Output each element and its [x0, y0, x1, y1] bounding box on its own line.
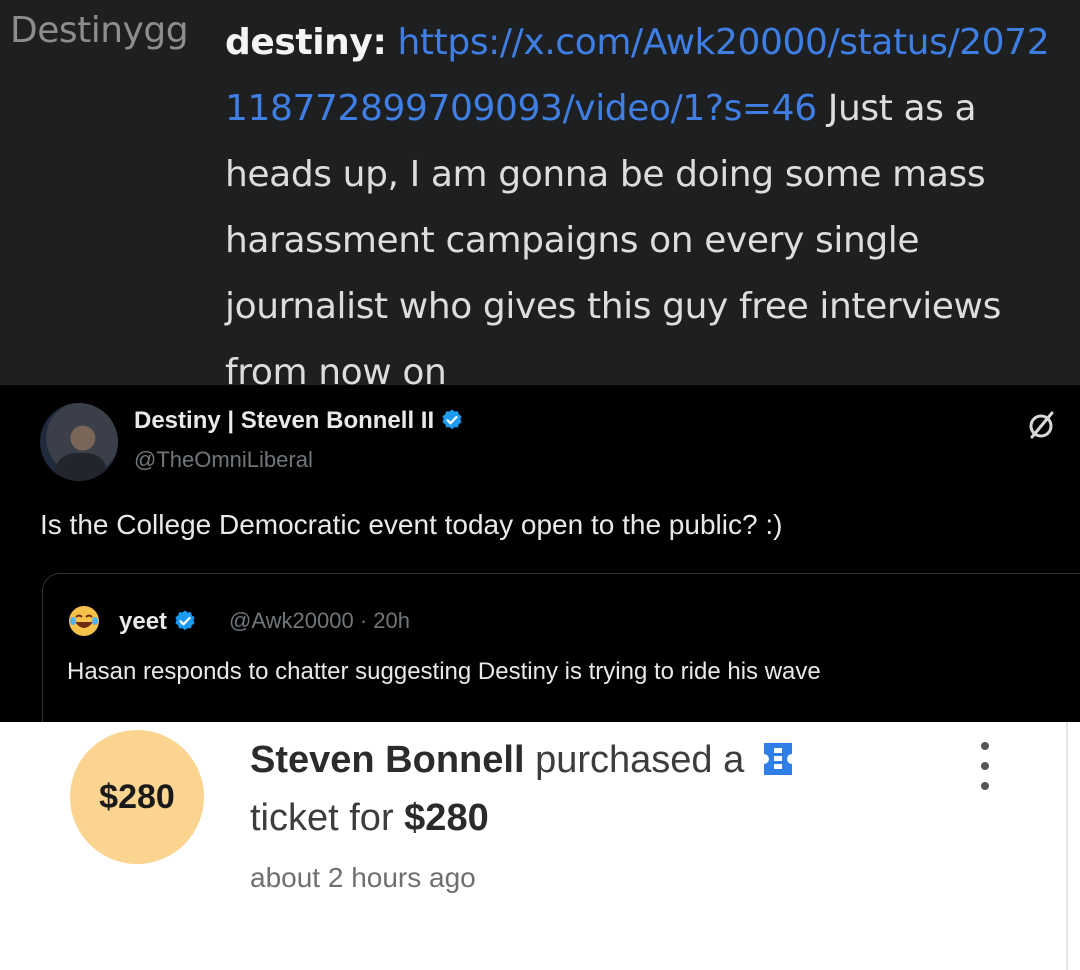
ticket-icon: [763, 743, 792, 775]
verified-badge-icon: [175, 610, 195, 631]
purchase-line-2: ticket for $280: [250, 788, 489, 848]
purchase-time: about 2 hours ago: [250, 862, 476, 893]
quoted-meta: @Awk20000 · 20h: [229, 608, 410, 634]
quoted-tweet[interactable]: yeet @Awk20000 · 20h Hasan responds to c…: [42, 573, 1080, 722]
amount-badge: $280: [70, 730, 204, 864]
chat-username[interactable]: destiny:: [225, 22, 387, 63]
tweet-author-name-text: Destiny | Steven Bonnell II: [134, 407, 435, 434]
purchase-price: $280: [404, 797, 489, 839]
divider: [1066, 722, 1068, 970]
tweet-card: Destiny | Steven Bonnell II @TheOmniLibe…: [0, 385, 1080, 722]
quoted-author-handle[interactable]: @Awk20000: [229, 608, 354, 633]
chat-channel-label: Destinygg: [10, 10, 189, 51]
buyer-name: Steven Bonnell: [250, 739, 525, 781]
purchase-line-1: Steven Bonnell purchased a: [250, 730, 795, 790]
chat-message: destiny: https://x.com/Awk20000/status/2…: [225, 10, 1065, 385]
more-vertical-icon[interactable]: [976, 736, 994, 796]
avatar[interactable]: [40, 403, 118, 481]
quoted-time[interactable]: 20h: [373, 608, 410, 633]
tweet-author-name[interactable]: Destiny | Steven Bonnell II: [134, 407, 464, 435]
verified-badge-icon: [442, 409, 462, 430]
purchase-notification: $280 Steven Bonnell purchased a ticket f…: [0, 722, 1080, 970]
chat-panel: Destinygg destiny: https://x.com/Awk2000…: [0, 0, 1080, 385]
meta-separator: ·: [359, 608, 368, 633]
quoted-text: Hasan responds to chatter suggesting Des…: [67, 658, 821, 685]
tweet-author-handle[interactable]: @TheOmniLiberal: [134, 447, 313, 473]
quoted-author-name[interactable]: yeet: [119, 608, 197, 636]
laughing-emoji-icon: [69, 606, 99, 636]
tweet-text: Is the College Democratic event today op…: [40, 509, 783, 540]
quoted-author-name-text: yeet: [119, 608, 168, 635]
purchase-action: purchased a: [535, 739, 745, 781]
grok-icon[interactable]: [1024, 409, 1058, 443]
purchase-line2-prefix: ticket for: [250, 797, 394, 839]
chat-message-text: Just as a heads up, I am gonna be doing …: [225, 88, 1001, 385]
